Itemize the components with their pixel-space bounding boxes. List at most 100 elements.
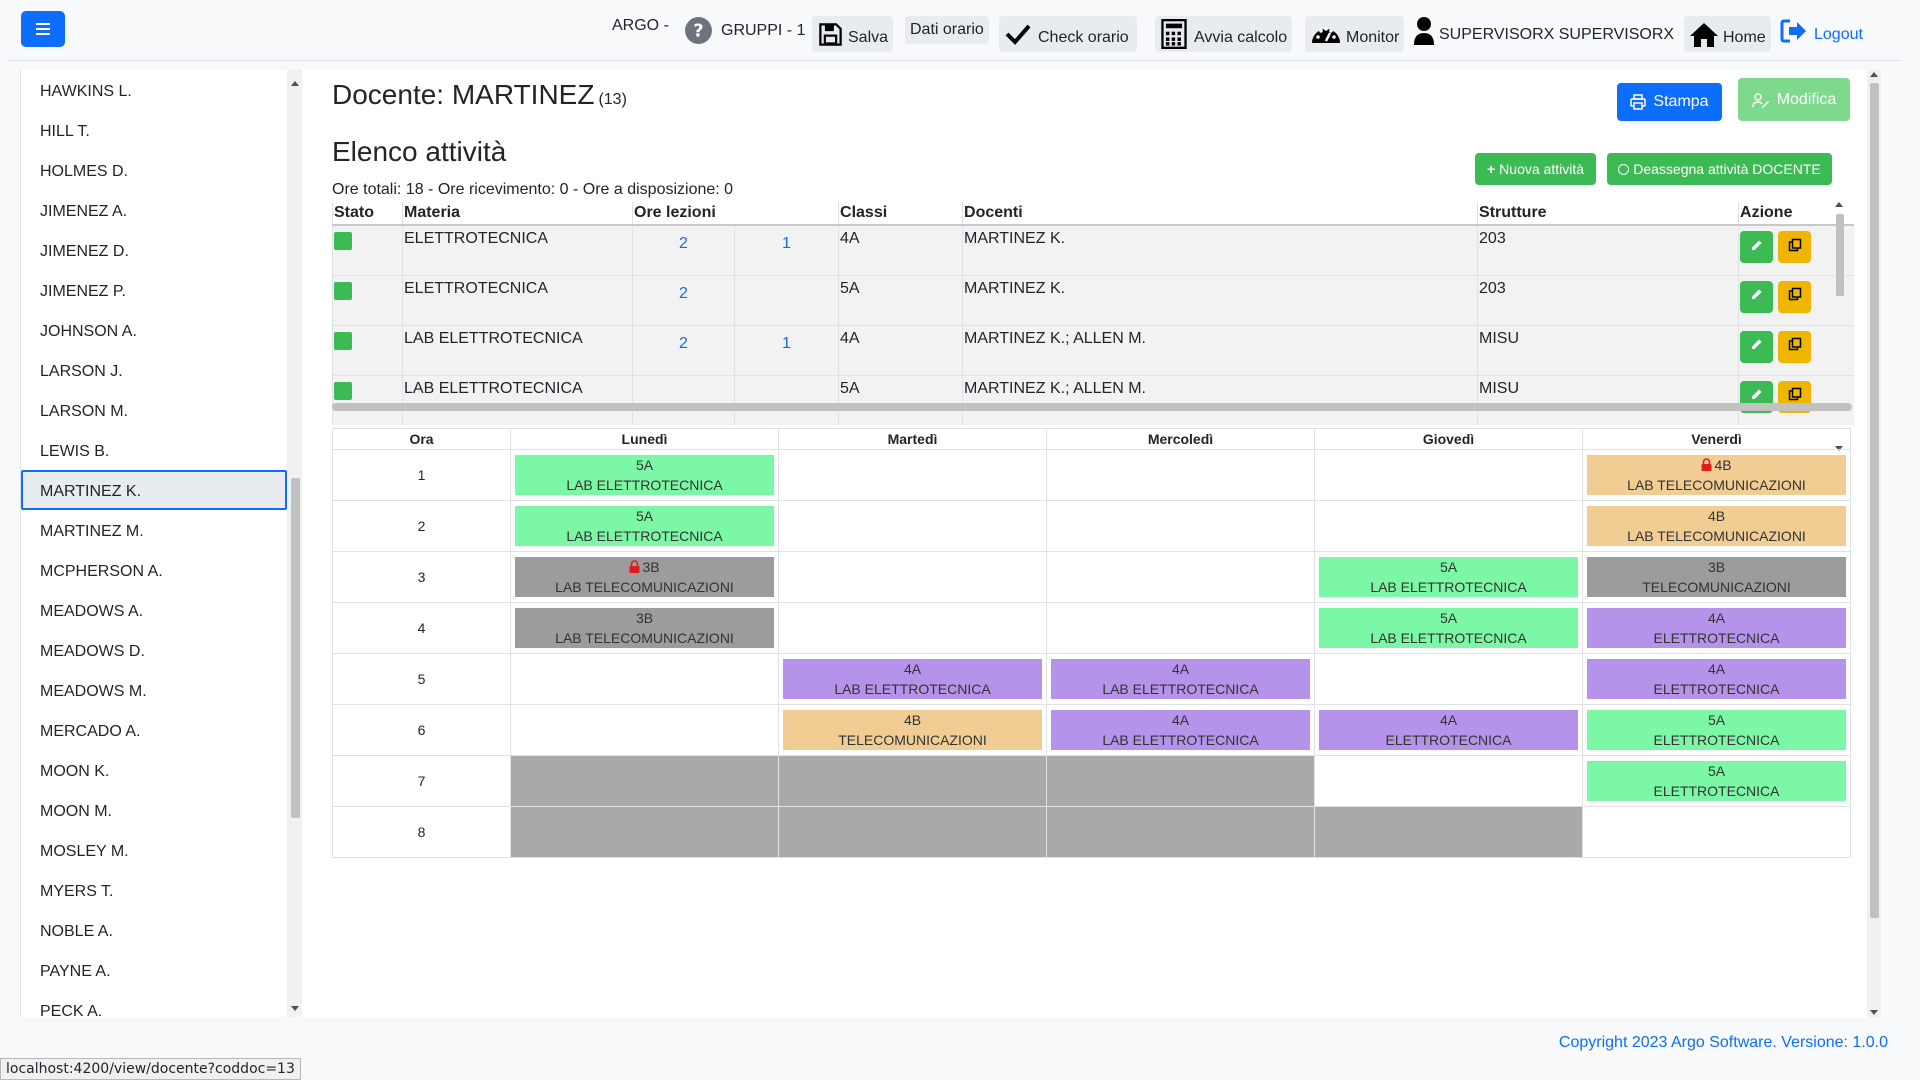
- timetable-slot[interactable]: 4B LAB TELECOMUNICAZIONI: [1582, 500, 1851, 552]
- sidebar-item[interactable]: MARTINEZ M.: [21, 510, 287, 550]
- sidebar-item[interactable]: PECK A.: [21, 990, 287, 1017]
- main-scrollbar[interactable]: [1867, 70, 1881, 1017]
- sidebar-item[interactable]: MYERS T.: [21, 870, 287, 910]
- lesson-block[interactable]: 4A LAB ELETTROTECNICA: [783, 659, 1042, 699]
- empty-slot[interactable]: [1314, 449, 1583, 501]
- sidebar-item[interactable]: HAWKINS L.: [21, 70, 287, 110]
- lesson-block[interactable]: 5A ELETTROTECNICA: [1587, 761, 1846, 801]
- sidebar-item[interactable]: JIMENEZ D.: [21, 230, 287, 270]
- blocked-slot[interactable]: [778, 806, 1047, 858]
- activities-scrollbar[interactable]: [1835, 202, 1844, 451]
- empty-slot[interactable]: [1314, 500, 1583, 552]
- empty-slot[interactable]: [1314, 755, 1583, 807]
- timetable-slot[interactable]: 5A LAB ELETTROTECNICA: [510, 500, 779, 552]
- sidebar-item[interactable]: LARSON M.: [21, 390, 287, 430]
- lesson-block[interactable]: 4B LAB TELECOMUNICAZIONI: [1587, 506, 1846, 546]
- timetable-slot[interactable]: 3B LAB TELECOMUNICAZIONI: [510, 602, 779, 654]
- user-menu[interactable]: SUPERVISORX SUPERVISORX: [1413, 16, 1674, 46]
- lesson-block[interactable]: 5A LAB ELETTROTECNICA: [515, 506, 774, 546]
- sidebar-item[interactable]: MEADOWS M.: [21, 670, 287, 710]
- lesson-block[interactable]: 4A ELETTROTECNICA: [1587, 608, 1846, 648]
- timetable-slot[interactable]: 4B LAB TELECOMUNICAZIONI: [1582, 449, 1851, 501]
- timetable-slot[interactable]: 4A ELETTROTECNICA: [1314, 704, 1583, 756]
- edit-activity-button[interactable]: [1740, 330, 1774, 363]
- sidebar-item[interactable]: MOON K.: [21, 750, 287, 790]
- sidebar-item[interactable]: MOON M.: [21, 790, 287, 830]
- home-button[interactable]: Home: [1684, 16, 1771, 52]
- sidebar-item[interactable]: JOHNSON A.: [21, 310, 287, 350]
- lesson-block[interactable]: 3B TELECOMUNICAZIONI: [1587, 557, 1846, 597]
- blocked-slot[interactable]: [510, 806, 779, 858]
- timetable-slot[interactable]: 5A LAB ELETTROTECNICA: [510, 449, 779, 501]
- sidebar-item[interactable]: PAYNE A.: [21, 950, 287, 990]
- empty-slot[interactable]: [1046, 551, 1315, 603]
- copy-activity-button[interactable]: [1778, 231, 1812, 263]
- empty-slot[interactable]: [1582, 806, 1851, 858]
- new-activity-button[interactable]: + Nuova attività: [1475, 153, 1596, 185]
- lesson-block[interactable]: 5A LAB ELETTROTECNICA: [1319, 557, 1578, 597]
- sidebar-item[interactable]: MOSLEY M.: [21, 830, 287, 870]
- lesson-block[interactable]: 4A LAB ELETTROTECNICA: [1051, 710, 1310, 750]
- timetable-slot[interactable]: 4A LAB ELETTROTECNICA: [1046, 704, 1315, 756]
- lesson-hours-link[interactable]: 1: [736, 335, 837, 353]
- sidebar-item[interactable]: HILL T.: [21, 110, 287, 150]
- timetable-slot[interactable]: 4A ELETTROTECNICA: [1582, 653, 1851, 705]
- empty-slot[interactable]: [778, 602, 1047, 654]
- lesson-block[interactable]: 4A ELETTROTECNICA: [1319, 710, 1578, 750]
- edit-activity-button[interactable]: [1740, 231, 1774, 263]
- lesson-block[interactable]: 4B TELECOMUNICAZIONI: [783, 710, 1042, 750]
- scroll-down-arrow-icon[interactable]: [291, 1006, 299, 1011]
- monitor-button[interactable]: Monitor: [1305, 16, 1405, 52]
- empty-slot[interactable]: [778, 500, 1047, 552]
- save-button[interactable]: Salva: [812, 16, 894, 52]
- start-compute-button[interactable]: Avvia calcolo: [1155, 16, 1293, 52]
- print-button[interactable]: Stampa: [1617, 83, 1722, 121]
- lesson-hours-link[interactable]: 2: [634, 285, 733, 303]
- empty-slot[interactable]: [778, 449, 1047, 501]
- lesson-block[interactable]: 3B LAB TELECOMUNICAZIONI: [515, 557, 774, 597]
- sidebar-item[interactable]: LARSON J.: [21, 350, 287, 390]
- hamburger-menu-button[interactable]: [21, 11, 65, 47]
- timetable-slot[interactable]: 4A LAB ELETTROTECNICA: [778, 653, 1047, 705]
- sidebar-scroll-thumb[interactable]: [291, 478, 300, 818]
- lesson-hours-link[interactable]: 2: [634, 335, 733, 353]
- copy-activity-button[interactable]: [1778, 330, 1812, 363]
- activities-horizontal-scrollbar[interactable]: [332, 403, 1852, 411]
- lesson-hours-link[interactable]: 2: [634, 235, 733, 253]
- empty-slot[interactable]: [1314, 653, 1583, 705]
- timetable-slot[interactable]: 5A ELETTROTECNICA: [1582, 755, 1851, 807]
- sidebar-item[interactable]: MARTINEZ K.: [21, 470, 287, 510]
- timetable-data-button[interactable]: Dati orario: [905, 16, 989, 44]
- sidebar-item[interactable]: JIMENEZ A.: [21, 190, 287, 230]
- empty-slot[interactable]: [1046, 500, 1315, 552]
- empty-slot[interactable]: [510, 653, 779, 705]
- sidebar-item[interactable]: JIMENEZ P.: [21, 270, 287, 310]
- lesson-block[interactable]: 5A ELETTROTECNICA: [1587, 710, 1846, 750]
- timetable-slot[interactable]: 5A LAB ELETTROTECNICA: [1314, 551, 1583, 603]
- scroll-up-arrow-icon[interactable]: [291, 81, 299, 86]
- timetable-slot[interactable]: 4A ELETTROTECNICA: [1582, 602, 1851, 654]
- timetable-slot[interactable]: 4B TELECOMUNICAZIONI: [778, 704, 1047, 756]
- lesson-block[interactable]: 5A LAB ELETTROTECNICA: [1319, 608, 1578, 648]
- lesson-block[interactable]: 4A LAB ELETTROTECNICA: [1051, 659, 1310, 699]
- sidebar-item[interactable]: HOLMES D.: [21, 150, 287, 190]
- lesson-hours-link[interactable]: 1: [736, 235, 837, 253]
- timetable-slot[interactable]: 5A LAB ELETTROTECNICA: [1314, 602, 1583, 654]
- scroll-down-arrow-icon[interactable]: [1870, 1010, 1878, 1015]
- lesson-block[interactable]: 4A ELETTROTECNICA: [1587, 659, 1846, 699]
- timetable-slot[interactable]: 4A LAB ELETTROTECNICA: [1046, 653, 1315, 705]
- sidebar-item[interactable]: NOBLE A.: [21, 910, 287, 950]
- main-scroll-thumb[interactable]: [1870, 83, 1879, 918]
- sidebar-item[interactable]: MERCADO A.: [21, 710, 287, 750]
- empty-slot[interactable]: [510, 704, 779, 756]
- blocked-slot[interactable]: [1046, 806, 1315, 858]
- empty-slot[interactable]: [1046, 449, 1315, 501]
- blocked-slot[interactable]: [1046, 755, 1315, 807]
- timetable-slot[interactable]: 5A ELETTROTECNICA: [1582, 704, 1851, 756]
- sidebar-scrollbar[interactable]: [287, 70, 302, 1017]
- blocked-slot[interactable]: [778, 755, 1047, 807]
- empty-slot[interactable]: [778, 551, 1047, 603]
- blocked-slot[interactable]: [510, 755, 779, 807]
- edit-teacher-button[interactable]: Modifica: [1738, 78, 1850, 121]
- footer-copyright[interactable]: Copyright 2023 Argo Software. Versione: …: [1559, 1034, 1888, 1052]
